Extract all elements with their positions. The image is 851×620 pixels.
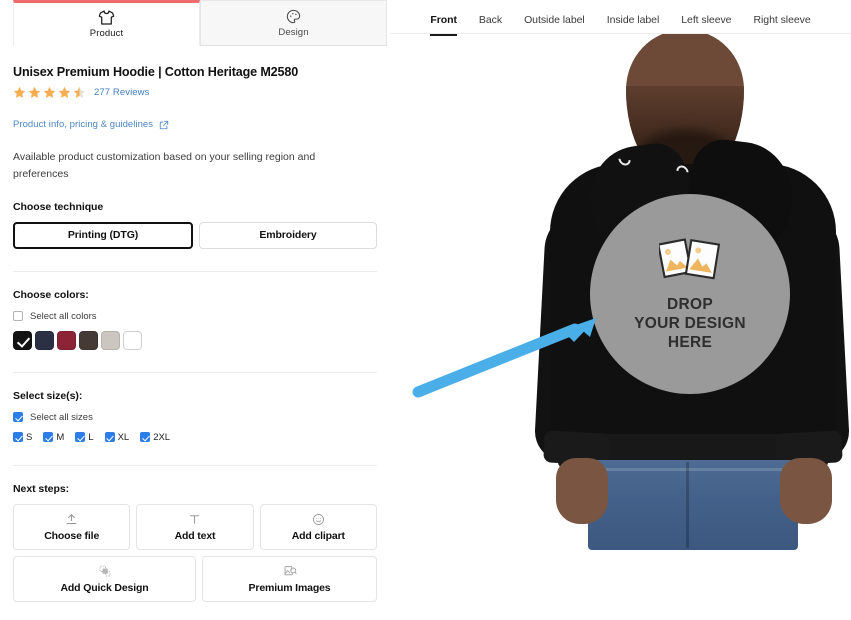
model-jeans (588, 460, 798, 550)
size-label-xl: XL (117, 431, 130, 443)
add-text-label: Add text (174, 529, 216, 542)
size-checkbox-2xl[interactable] (140, 432, 151, 443)
next-steps-row-2: Add Quick Design Premium Images (13, 555, 377, 602)
color-swatches (13, 330, 377, 350)
add-quick-design-label: Add Quick Design (60, 581, 149, 594)
dropzone-text: DROP YOUR DESIGN HERE (634, 295, 746, 353)
product-description: Available product customization based on… (13, 151, 316, 181)
divider-after-colors (13, 371, 377, 373)
view-tab-left-sleeve[interactable]: Left sleeve (681, 14, 731, 36)
garment-mockup: DROP YOUR DESIGN HERE (390, 30, 851, 620)
add-text-button[interactable]: Add text (136, 503, 254, 550)
tab-design[interactable]: Design (200, 0, 387, 46)
size-label-l: L (88, 431, 94, 443)
view-tabs: Front Back Outside label Inside label Le… (390, 0, 851, 36)
size-options: S M L XL 2XL (13, 432, 377, 443)
size-option-s[interactable]: S (13, 432, 32, 443)
view-tab-outside-label[interactable]: Outside label (524, 14, 585, 36)
star-full-icon (43, 87, 56, 99)
size-checkbox-m[interactable] (43, 432, 54, 443)
size-checkbox-xl[interactable] (104, 432, 115, 443)
model-hand-right (780, 458, 832, 524)
divider-after-technique (13, 270, 377, 272)
size-option-l[interactable]: L (75, 431, 94, 443)
color-swatch-maroon[interactable] (57, 330, 76, 350)
size-checkbox-l[interactable] (75, 432, 86, 443)
size-option-xl[interactable]: XL (104, 431, 130, 443)
color-swatch-navy[interactable] (35, 330, 54, 350)
color-swatch-black[interactable] (13, 330, 32, 350)
star-half-icon (73, 87, 86, 99)
select-all-sizes-checkbox[interactable] (13, 412, 23, 423)
color-swatch-light-grey[interactable] (101, 330, 120, 350)
technique-embroidery-button[interactable]: Embroidery (199, 221, 377, 249)
select-all-sizes-label: Select all sizes (30, 411, 93, 423)
reviews-count[interactable]: 277 Reviews (94, 87, 150, 98)
choose-technique-label: Choose technique (13, 200, 104, 213)
next-steps-label: Next steps: (13, 482, 70, 495)
select-all-colors-row[interactable]: Select all colors (13, 311, 377, 322)
color-swatch-white[interactable] (123, 330, 142, 350)
next-steps-row-1: Choose file Add text Add clipart (13, 503, 377, 550)
external-link-icon[interactable] (159, 120, 169, 130)
view-tab-inside-label[interactable]: Inside label (607, 14, 660, 36)
premium-image-icon (283, 564, 297, 579)
color-swatch-dark-brown[interactable] (79, 330, 98, 350)
layers-icon (98, 564, 112, 579)
product-title: Unisex Premium Hoodie | Cotton Heritage … (13, 65, 299, 79)
star-rating (13, 86, 86, 99)
left-panel-body: Unisex Premium Hoodie | Cotton Heritage … (0, 65, 390, 602)
view-tab-front[interactable]: Front (430, 14, 457, 36)
right-preview-panel: Front Back Outside label Inside label Le… (390, 0, 851, 620)
two-photos-icon (657, 236, 721, 286)
view-tab-back[interactable]: Back (479, 14, 502, 36)
product-info-link[interactable]: Product info, pricing & guidelines (13, 119, 153, 130)
design-dropzone[interactable]: DROP YOUR DESIGN HERE (590, 194, 790, 394)
tab-product-label: Product (89, 27, 124, 39)
premium-images-button[interactable]: Premium Images (202, 555, 377, 602)
technique-printing-dtg-button[interactable]: Printing (DTG) (13, 221, 193, 249)
rating-row: 277 Reviews (13, 86, 377, 99)
select-all-colors-label: Select all colors (30, 310, 97, 322)
premium-images-label: Premium Images (248, 581, 331, 594)
product-info-link-row: Product info, pricing & guidelines (13, 119, 377, 130)
size-label-s: S (26, 431, 33, 443)
technique-options: Printing (DTG) Embroidery (13, 221, 377, 249)
select-all-sizes-row[interactable]: Select all sizes (13, 412, 377, 423)
add-clipart-label: Add clipart (291, 529, 345, 542)
upload-icon (65, 512, 78, 527)
select-all-colors-checkbox[interactable] (13, 311, 23, 322)
select-sizes-label: Select size(s): (13, 389, 83, 402)
tab-design-label: Design (278, 26, 309, 38)
dropzone-line-1: DROP (667, 295, 713, 313)
choose-file-label: Choose file (44, 529, 100, 542)
hoodie-model-photo: DROP YOUR DESIGN HERE (530, 30, 851, 550)
choose-file-button[interactable]: Choose file (13, 503, 131, 550)
divider-after-sizes (13, 464, 377, 466)
choose-colors-label: Choose colors: (13, 288, 89, 301)
add-quick-design-button[interactable]: Add Quick Design (13, 555, 196, 602)
size-checkbox-s[interactable] (13, 432, 23, 443)
star-full-icon (58, 87, 71, 99)
product-customizer-app: Product Design Unisex Premium Hoodie | C… (0, 0, 851, 620)
star-full-icon (13, 87, 26, 99)
tab-product[interactable]: Product (13, 0, 200, 46)
dropzone-line-3: HERE (667, 334, 713, 352)
left-config-panel: Product Design Unisex Premium Hoodie | C… (0, 0, 390, 620)
panel-tabs: Product Design (13, 0, 387, 46)
size-label-2xl: 2XL (153, 431, 171, 443)
smiley-icon (312, 512, 325, 527)
star-full-icon (28, 87, 41, 99)
view-tab-right-sleeve[interactable]: Right sleeve (753, 14, 810, 36)
add-clipart-button[interactable]: Add clipart (259, 503, 377, 550)
size-option-m[interactable]: M (43, 432, 64, 443)
dropzone-line-2: YOUR DESIGN (634, 314, 746, 332)
tshirt-icon (98, 9, 115, 26)
text-t-icon (188, 512, 201, 527)
palette-icon (286, 9, 301, 25)
size-label-m: M (56, 431, 65, 443)
model-hand-left (556, 458, 608, 524)
size-option-2xl[interactable]: 2XL (140, 432, 170, 443)
